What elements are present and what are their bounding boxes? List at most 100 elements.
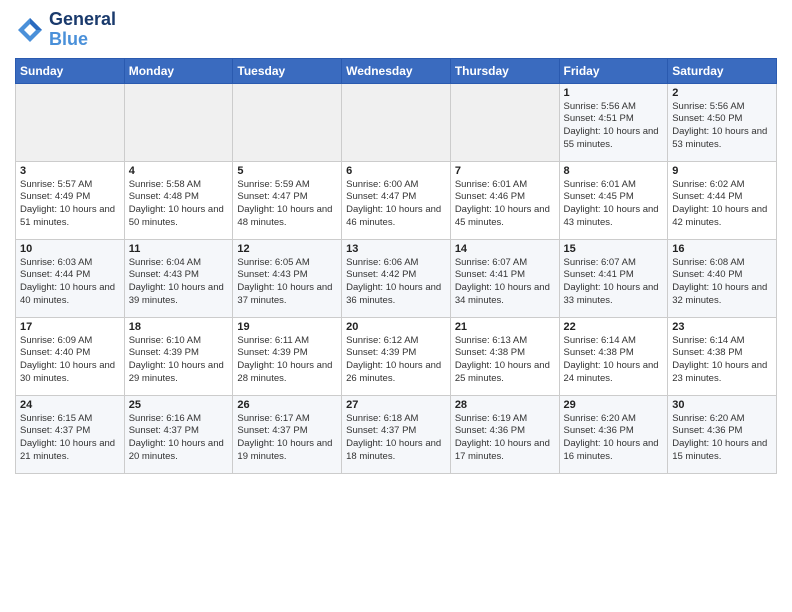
day-number: 28 <box>455 399 555 411</box>
day-info: Sunrise: 6:05 AM Sunset: 4:43 PM Dayligh… <box>237 257 337 308</box>
day-cell: 1 Sunrise: 5:56 AM Sunset: 4:51 PM Daylig… <box>559 83 668 161</box>
day-info: Sunrise: 6:12 AM Sunset: 4:39 PM Dayligh… <box>346 335 446 386</box>
header-cell-sunday: Sunday <box>16 58 125 83</box>
day-number: 2 <box>672 87 772 99</box>
day-info: Sunrise: 6:04 AM Sunset: 4:43 PM Dayligh… <box>129 257 229 308</box>
week-row-5: 24 Sunrise: 6:15 AM Sunset: 4:37 PM Dayli… <box>16 395 777 473</box>
day-cell: 2 Sunrise: 5:56 AM Sunset: 4:50 PM Daylig… <box>668 83 777 161</box>
day-info: Sunrise: 5:58 AM Sunset: 4:48 PM Dayligh… <box>129 179 229 230</box>
day-info: Sunrise: 6:19 AM Sunset: 4:36 PM Dayligh… <box>455 413 555 464</box>
day-cell: 6 Sunrise: 6:00 AM Sunset: 4:47 PM Daylig… <box>342 161 451 239</box>
day-number: 18 <box>129 321 229 333</box>
day-info: Sunrise: 6:00 AM Sunset: 4:47 PM Dayligh… <box>346 179 446 230</box>
day-cell <box>16 83 125 161</box>
week-row-3: 10 Sunrise: 6:03 AM Sunset: 4:44 PM Dayli… <box>16 239 777 317</box>
day-number: 22 <box>564 321 664 333</box>
day-cell: 13Sunrise: 6:06 AM Sunset: 4:42 PM Dayli… <box>342 239 451 317</box>
day-info: Sunrise: 6:17 AM Sunset: 4:37 PM Dayligh… <box>237 413 337 464</box>
day-number: 21 <box>455 321 555 333</box>
day-info: Sunrise: 6:16 AM Sunset: 4:37 PM Dayligh… <box>129 413 229 464</box>
header-cell-friday: Friday <box>559 58 668 83</box>
day-number: 20 <box>346 321 446 333</box>
day-cell <box>450 83 559 161</box>
day-info: Sunrise: 5:56 AM Sunset: 4:51 PM Dayligh… <box>564 101 664 152</box>
day-info: Sunrise: 6:15 AM Sunset: 4:37 PM Dayligh… <box>20 413 120 464</box>
day-cell: 5 Sunrise: 5:59 AM Sunset: 4:47 PM Daylig… <box>233 161 342 239</box>
day-number: 6 <box>346 165 446 177</box>
day-cell: 3Sunrise: 5:57 AM Sunset: 4:49 PM Daylig… <box>16 161 125 239</box>
day-number: 16 <box>672 243 772 255</box>
day-cell: 10 Sunrise: 6:03 AM Sunset: 4:44 PM Dayli… <box>16 239 125 317</box>
day-number: 4 <box>129 165 229 177</box>
day-number: 23 <box>672 321 772 333</box>
day-number: 27 <box>346 399 446 411</box>
day-number: 5 <box>237 165 337 177</box>
day-number: 11 <box>129 243 229 255</box>
day-cell: 24 Sunrise: 6:15 AM Sunset: 4:37 PM Dayli… <box>16 395 125 473</box>
day-cell: 8 Sunrise: 6:01 AM Sunset: 4:45 PM Daylig… <box>559 161 668 239</box>
day-info: Sunrise: 6:14 AM Sunset: 4:38 PM Dayligh… <box>672 335 772 386</box>
day-cell: 16 Sunrise: 6:08 AM Sunset: 4:40 PM Dayli… <box>668 239 777 317</box>
day-cell: 20 Sunrise: 6:12 AM Sunset: 4:39 PM Dayli… <box>342 317 451 395</box>
day-number: 17 <box>20 321 120 333</box>
day-number: 26 <box>237 399 337 411</box>
day-info: Sunrise: 6:07 AM Sunset: 4:41 PM Dayligh… <box>455 257 555 308</box>
day-info: Sunrise: 5:59 AM Sunset: 4:47 PM Dayligh… <box>237 179 337 230</box>
day-number: 30 <box>672 399 772 411</box>
day-cell <box>124 83 233 161</box>
day-info: Sunrise: 6:01 AM Sunset: 4:46 PM Dayligh… <box>455 179 555 230</box>
header-cell-saturday: Saturday <box>668 58 777 83</box>
day-cell: 9Sunrise: 6:02 AM Sunset: 4:44 PM Daylig… <box>668 161 777 239</box>
header-cell-thursday: Thursday <box>450 58 559 83</box>
header-cell-tuesday: Tuesday <box>233 58 342 83</box>
day-number: 3 <box>20 165 120 177</box>
day-cell <box>342 83 451 161</box>
day-cell: 18 Sunrise: 6:10 AM Sunset: 4:39 PM Dayli… <box>124 317 233 395</box>
header: General Blue <box>15 10 777 50</box>
day-cell: 11 Sunrise: 6:04 AM Sunset: 4:43 PM Dayli… <box>124 239 233 317</box>
day-info: Sunrise: 6:10 AM Sunset: 4:39 PM Dayligh… <box>129 335 229 386</box>
day-cell: 7 Sunrise: 6:01 AM Sunset: 4:46 PM Daylig… <box>450 161 559 239</box>
day-cell: 23 Sunrise: 6:14 AM Sunset: 4:38 PM Dayli… <box>668 317 777 395</box>
day-info: Sunrise: 6:18 AM Sunset: 4:37 PM Dayligh… <box>346 413 446 464</box>
day-cell: 17 Sunrise: 6:09 AM Sunset: 4:40 PM Dayli… <box>16 317 125 395</box>
day-number: 12 <box>237 243 337 255</box>
day-number: 8 <box>564 165 664 177</box>
day-info: Sunrise: 6:03 AM Sunset: 4:44 PM Dayligh… <box>20 257 120 308</box>
day-number: 10 <box>20 243 120 255</box>
day-number: 25 <box>129 399 229 411</box>
week-row-1: 1 Sunrise: 5:56 AM Sunset: 4:51 PM Daylig… <box>16 83 777 161</box>
day-info: Sunrise: 6:09 AM Sunset: 4:40 PM Dayligh… <box>20 335 120 386</box>
day-cell: 30Sunrise: 6:20 AM Sunset: 4:36 PM Dayli… <box>668 395 777 473</box>
day-cell <box>233 83 342 161</box>
calendar-table: SundayMondayTuesdayWednesdayThursdayFrid… <box>15 58 777 474</box>
day-cell: 15 Sunrise: 6:07 AM Sunset: 4:41 PM Dayli… <box>559 239 668 317</box>
day-number: 19 <box>237 321 337 333</box>
day-cell: 25 Sunrise: 6:16 AM Sunset: 4:37 PM Dayli… <box>124 395 233 473</box>
day-cell: 19Sunrise: 6:11 AM Sunset: 4:39 PM Dayli… <box>233 317 342 395</box>
day-info: Sunrise: 6:13 AM Sunset: 4:38 PM Dayligh… <box>455 335 555 386</box>
day-cell: 12 Sunrise: 6:05 AM Sunset: 4:43 PM Dayli… <box>233 239 342 317</box>
day-info: Sunrise: 5:56 AM Sunset: 4:50 PM Dayligh… <box>672 101 772 152</box>
day-number: 29 <box>564 399 664 411</box>
week-row-2: 3Sunrise: 5:57 AM Sunset: 4:49 PM Daylig… <box>16 161 777 239</box>
day-cell: 28 Sunrise: 6:19 AM Sunset: 4:36 PM Dayli… <box>450 395 559 473</box>
day-info: Sunrise: 6:07 AM Sunset: 4:41 PM Dayligh… <box>564 257 664 308</box>
day-info: Sunrise: 6:08 AM Sunset: 4:40 PM Dayligh… <box>672 257 772 308</box>
header-cell-monday: Monday <box>124 58 233 83</box>
day-number: 24 <box>20 399 120 411</box>
day-cell: 22Sunrise: 6:14 AM Sunset: 4:38 PM Dayli… <box>559 317 668 395</box>
day-number: 14 <box>455 243 555 255</box>
day-number: 15 <box>564 243 664 255</box>
day-info: Sunrise: 6:06 AM Sunset: 4:42 PM Dayligh… <box>346 257 446 308</box>
logo: General Blue <box>15 10 116 50</box>
day-cell: 29Sunrise: 6:20 AM Sunset: 4:36 PM Dayli… <box>559 395 668 473</box>
day-cell: 14 Sunrise: 6:07 AM Sunset: 4:41 PM Dayli… <box>450 239 559 317</box>
day-number: 7 <box>455 165 555 177</box>
day-info: Sunrise: 6:01 AM Sunset: 4:45 PM Dayligh… <box>564 179 664 230</box>
week-row-4: 17 Sunrise: 6:09 AM Sunset: 4:40 PM Dayli… <box>16 317 777 395</box>
page: General Blue SundayMondayTuesdayWednesda… <box>0 0 792 612</box>
header-cell-wednesday: Wednesday <box>342 58 451 83</box>
day-number: 1 <box>564 87 664 99</box>
day-cell: 4 Sunrise: 5:58 AM Sunset: 4:48 PM Daylig… <box>124 161 233 239</box>
